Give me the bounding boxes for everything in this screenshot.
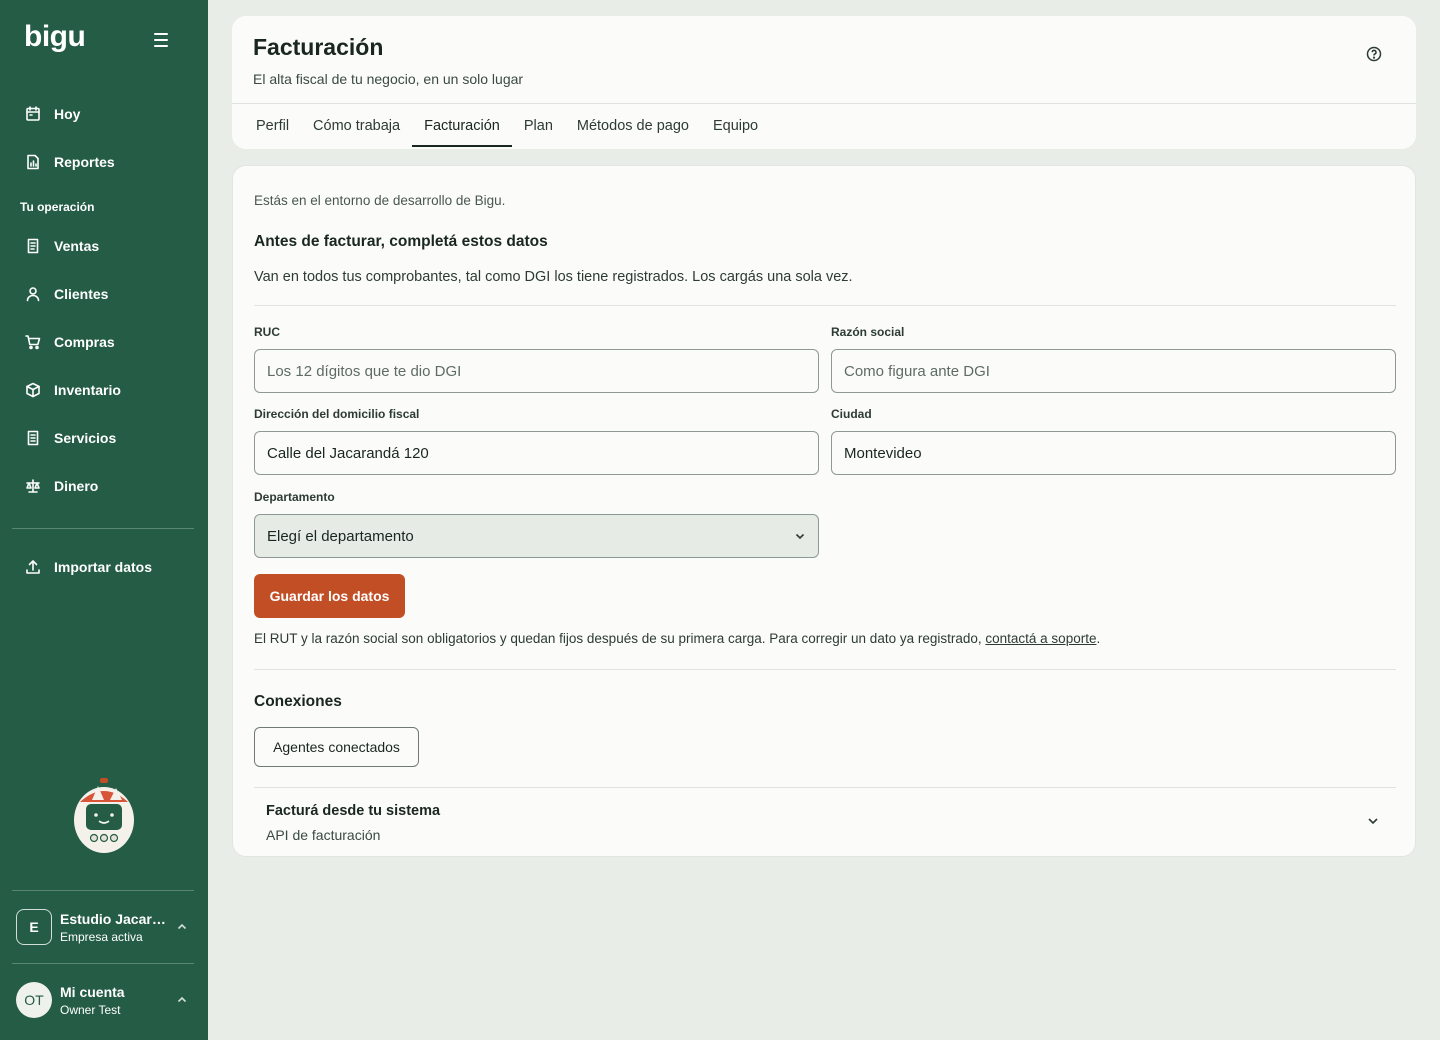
sidebar-divider <box>12 890 194 891</box>
page-subtitle: El alta fiscal de tu negocio, en un solo… <box>253 71 524 87</box>
sidebar-item-compras[interactable]: Compras <box>12 322 194 362</box>
billing-section-description: Van en todos tus comprobantes, tal como … <box>254 269 853 285</box>
ciudad-label: Ciudad <box>831 407 872 421</box>
company-avatar: E <box>16 909 52 945</box>
sidebar-item-label: Ventas <box>54 238 100 254</box>
box-icon <box>24 381 42 399</box>
tab-facturacion[interactable]: Facturación <box>412 104 512 147</box>
sidebar-item-ventas[interactable]: Ventas <box>12 226 194 266</box>
chevron-up-icon <box>176 993 190 1007</box>
scale-icon <box>24 477 42 495</box>
section-label-operacion: Tu operación <box>20 200 95 214</box>
mascot-icon <box>74 778 134 853</box>
save-button[interactable]: Guardar los datos <box>254 574 405 618</box>
sidebar-item-label: Compras <box>54 334 115 350</box>
tab-como-trabaja[interactable]: Cómo trabaja <box>301 104 412 147</box>
page-title: Facturación <box>253 34 384 60</box>
sidebar-item-hoy[interactable]: Hoy <box>12 94 194 134</box>
api-accordion[interactable]: Facturá desde tu sistema API de facturac… <box>254 787 1396 856</box>
departamento-label: Departamento <box>254 490 335 504</box>
legal-note: El RUT y la razón social son obligatorio… <box>254 631 1100 646</box>
legal-text: El RUT y la razón social son obligatorio… <box>254 631 986 646</box>
user-icon <box>24 285 42 303</box>
api-accordion-subtitle: API de facturación <box>266 827 381 843</box>
sidebar-divider <box>12 963 194 964</box>
section-divider <box>254 305 1396 306</box>
page-header: Facturación El alta fiscal de tu negocio… <box>232 16 1416 149</box>
sidebar-item-label: Importar datos <box>54 559 153 575</box>
sidebar-item-label: Dinero <box>54 478 99 494</box>
ruc-label: RUC <box>254 325 280 339</box>
company-status: Empresa activa <box>60 929 143 944</box>
account-title: Mi cuenta <box>60 983 125 1000</box>
cart-icon <box>24 333 42 351</box>
sidebar-item-label: Reportes <box>54 154 115 170</box>
settings-tabs: Perfil Cómo trabaja Facturación Plan Mét… <box>244 104 770 149</box>
departamento-select[interactable]: Elegí el departamento <box>254 514 819 558</box>
support-link[interactable]: contactá a soporte <box>985 631 1096 646</box>
sidebar: bigu Hoy Reportes Tu operación Ventas Cl… <box>0 0 208 1040</box>
sidebar-item-label: Servicios <box>54 430 117 446</box>
receipt-icon <box>24 237 42 255</box>
sidebar-item-importar[interactable]: Importar datos <box>12 547 194 587</box>
chevron-down-icon <box>1366 814 1380 828</box>
sidebar-item-label: Hoy <box>54 106 81 122</box>
account-info: Mi cuenta Owner Test <box>60 984 176 1017</box>
billing-section-title: Antes de facturar, completá estos datos <box>254 233 548 250</box>
sidebar-item-dinero[interactable]: Dinero <box>12 466 194 506</box>
razon-social-label: Razón social <box>831 325 905 339</box>
departamento-selected-value: Elegí el departamento <box>267 527 414 545</box>
company-info: Estudio Jacarandá Empresa activa <box>60 911 176 944</box>
report-icon <box>24 153 42 171</box>
company-switcher[interactable]: E Estudio Jacarandá Empresa activa <box>12 897 196 957</box>
sidebar-divider <box>12 528 194 529</box>
company-name: Estudio Jacarandá <box>60 910 170 927</box>
sidebar-item-label: Clientes <box>54 286 109 302</box>
upload-icon <box>24 558 42 576</box>
direccion-label: Dirección del domicilio fiscal <box>254 407 420 421</box>
sidebar-item-reportes[interactable]: Reportes <box>12 142 194 182</box>
sidebar-item-servicios[interactable]: Servicios <box>12 418 194 458</box>
environment-note: Estás en el entorno de desarrollo de Big… <box>254 193 506 208</box>
tab-plan[interactable]: Plan <box>512 104 565 147</box>
section-divider <box>254 669 1396 670</box>
avatar: OT <box>16 982 52 1018</box>
menu-icon[interactable] <box>150 30 172 50</box>
sidebar-item-inventario[interactable]: Inventario <box>12 370 194 410</box>
api-accordion-title: Facturá desde tu sistema <box>266 803 441 819</box>
legal-end: . <box>1096 631 1101 646</box>
connected-agents-button[interactable]: Agentes conectados <box>254 727 419 767</box>
chevron-up-icon <box>176 920 190 934</box>
calendar-icon <box>24 105 42 123</box>
ciudad-input[interactable] <box>831 431 1396 475</box>
tab-metodos-de-pago[interactable]: Métodos de pago <box>565 104 701 147</box>
ruc-input[interactable] <box>254 349 819 393</box>
direccion-input[interactable] <box>254 431 819 475</box>
razon-social-input[interactable] <box>831 349 1396 393</box>
document-icon <box>24 429 42 447</box>
account-menu[interactable]: OT Mi cuenta Owner Test <box>12 970 196 1030</box>
billing-card: Estás en el entorno de desarrollo de Big… <box>232 165 1416 857</box>
bigu-logo[interactable]: bigu <box>24 20 86 54</box>
connections-title: Conexiones <box>254 693 342 710</box>
sidebar-item-label: Inventario <box>54 382 121 398</box>
chevron-down-icon <box>795 533 805 540</box>
tab-equipo[interactable]: Equipo <box>701 104 770 147</box>
tab-perfil[interactable]: Perfil <box>244 104 301 147</box>
account-user: Owner Test <box>60 1002 121 1017</box>
help-icon[interactable] <box>1366 46 1382 62</box>
sidebar-item-clientes[interactable]: Clientes <box>12 274 194 314</box>
